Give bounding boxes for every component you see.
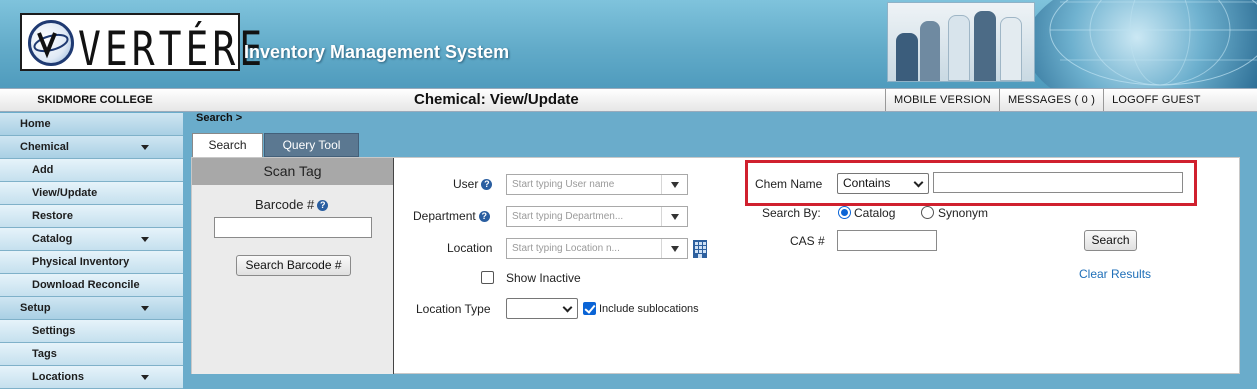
caret-down-icon (141, 375, 149, 380)
sidebar-item-label: Settings (32, 325, 76, 337)
user-label: User (453, 177, 479, 191)
scan-tag-title: Scan Tag (192, 158, 393, 185)
include-sublocations-checkbox[interactable] (583, 302, 596, 315)
chem-name-label: Chem Name (755, 177, 823, 191)
dropdown-arrow-icon[interactable] (661, 175, 687, 194)
department-combobox[interactable]: Start typing Departmen... (506, 206, 688, 227)
location-type-select[interactable] (506, 298, 578, 319)
department-placeholder: Start typing Departmen... (512, 211, 624, 222)
catalog-radio[interactable] (838, 206, 851, 219)
tab-query-tool[interactable]: Query Tool (264, 133, 359, 157)
barcode-label: Barcode # (255, 197, 315, 212)
page-title: Chemical: View/Update (414, 91, 579, 108)
sidebar-item-chemical[interactable]: Chemical (0, 136, 183, 159)
clear-results-link[interactable]: Clear Results (1079, 267, 1151, 281)
sidebar-item-tags[interactable]: Tags (0, 343, 183, 366)
sidebar-item-download-reconcile[interactable]: Download Reconcile (0, 274, 183, 297)
sidebar-item-label: Home (20, 118, 51, 130)
tab-search[interactable]: Search (192, 133, 263, 157)
location-type-label: Location Type (416, 302, 491, 316)
messages-link[interactable]: MESSAGES ( 0 ) (998, 89, 1103, 111)
sidebar-item-add[interactable]: Add (0, 159, 183, 182)
search-button[interactable]: Search (1084, 230, 1137, 251)
sidebar: Home Chemical Add View/Update Restore Ca… (0, 113, 183, 389)
department-label-wrap: Department? (413, 209, 490, 223)
help-icon[interactable]: ? (478, 211, 490, 223)
top-nav-bar: SKIDMORE COLLEGE Chemical: View/Update M… (0, 88, 1257, 112)
sidebar-item-label: Catalog (32, 233, 73, 245)
location-placeholder: Start typing Location n... (512, 243, 620, 254)
logoff-link[interactable]: LOGOFF GUEST (1103, 89, 1209, 111)
sidebar-item-label: Setup (20, 302, 51, 314)
dropdown-arrow-icon[interactable] (661, 239, 687, 258)
caret-down-icon (141, 237, 149, 242)
logo-wordmark: VERTÉRE (78, 21, 267, 76)
department-label: Department (413, 209, 476, 223)
dropdown-arrow-icon[interactable] (661, 207, 687, 226)
user-placeholder: Start typing User name (512, 179, 615, 190)
sidebar-item-physical-inventory[interactable]: Physical Inventory (0, 251, 183, 274)
sidebar-item-label: Tags (32, 348, 57, 360)
user-combobox[interactable]: Start typing User name (506, 174, 688, 195)
caret-down-icon (141, 306, 149, 311)
search-by-label: Search By: (762, 206, 821, 220)
help-icon[interactable]: ? (317, 200, 329, 212)
sidebar-item-label: View/Update (32, 187, 98, 199)
chevron-down-icon (562, 302, 573, 313)
breadcrumb: Search > (196, 112, 243, 124)
banner-photo (887, 2, 1035, 82)
header-banner: VERTÉRE Inventory Management System (0, 0, 1257, 88)
sidebar-item-label: Physical Inventory (32, 256, 130, 268)
college-name: SKIDMORE COLLEGE (37, 94, 153, 106)
cas-input[interactable] (837, 230, 937, 251)
catalog-label: Catalog (854, 206, 896, 220)
location-tree-icon[interactable] (692, 239, 708, 259)
chem-name-input[interactable] (933, 172, 1183, 193)
vertere-logo: VERTÉRE (20, 13, 262, 76)
sidebar-item-label: Locations (32, 371, 84, 383)
user-label-wrap: User? (453, 177, 493, 191)
cas-label: CAS # (790, 234, 825, 248)
location-combobox[interactable]: Start typing Location n... (506, 238, 688, 259)
sidebar-item-view-update[interactable]: View/Update (0, 182, 183, 205)
show-inactive-checkbox[interactable] (481, 271, 494, 284)
match-mode-value: Contains (843, 176, 891, 190)
show-inactive-label: Show Inactive (506, 271, 581, 285)
globe-grid-graphic (1049, 0, 1257, 86)
top-links: MOBILE VERSION MESSAGES ( 0 ) LOGOFF GUE… (885, 89, 1209, 111)
sidebar-item-catalog[interactable]: Catalog (0, 228, 183, 251)
chevron-down-icon (913, 177, 924, 188)
sidebar-item-setup[interactable]: Setup (0, 297, 183, 320)
match-mode-select[interactable]: Contains (837, 173, 929, 194)
mobile-version-link[interactable]: MOBILE VERSION (885, 89, 999, 111)
sidebar-item-label: Restore (32, 210, 73, 222)
logo-emblem-icon (28, 20, 74, 66)
sidebar-item-restore[interactable]: Restore (0, 205, 183, 228)
sidebar-item-settings[interactable]: Settings (0, 320, 183, 343)
location-label: Location (447, 241, 493, 255)
sidebar-item-home[interactable]: Home (0, 113, 183, 136)
synonym-radio[interactable] (921, 206, 934, 219)
caret-down-icon (141, 145, 149, 150)
barcode-input[interactable] (214, 217, 372, 238)
sidebar-item-label: Download Reconcile (32, 279, 140, 291)
app-title: Inventory Management System (244, 42, 510, 62)
sidebar-item-label: Add (32, 164, 54, 176)
search-barcode-button[interactable]: Search Barcode # (236, 255, 351, 276)
sidebar-item-locations[interactable]: Locations (0, 366, 183, 389)
help-icon[interactable]: ? (481, 179, 493, 191)
synonym-label: Synonym (938, 206, 989, 220)
barcode-label-wrap: Barcode #? (255, 197, 329, 212)
include-sublocations-label: Include sublocations (599, 303, 699, 315)
sidebar-item-label: Chemical (20, 141, 69, 153)
